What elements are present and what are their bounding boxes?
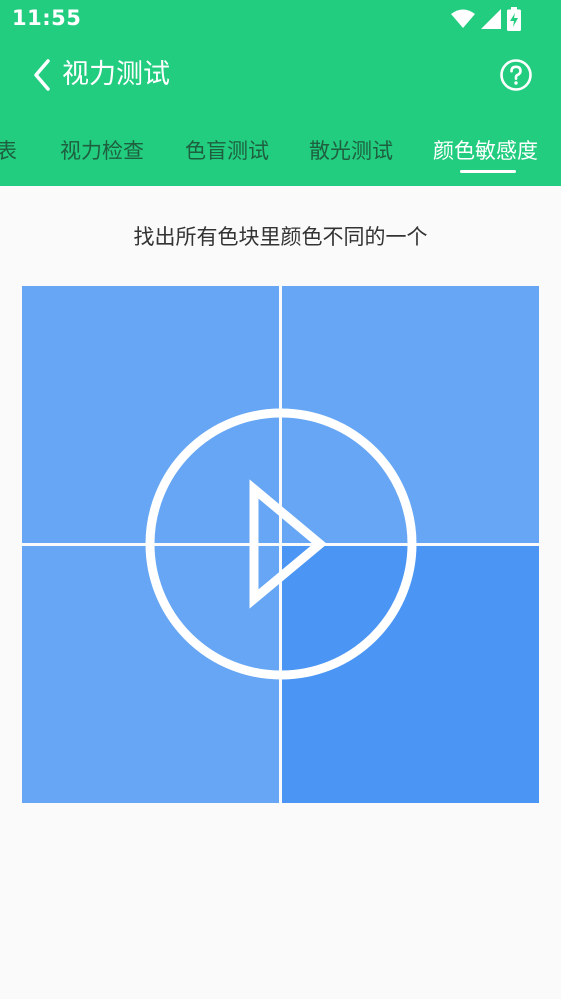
tab-color-blind-test[interactable]: 色盲测试 xyxy=(185,138,269,164)
toolbar: 视力测试 xyxy=(0,38,561,112)
play-icon[interactable] xyxy=(144,407,418,681)
tab-vision-check[interactable]: 视力检查 xyxy=(60,138,144,164)
status-icons xyxy=(451,7,521,31)
instruction-text: 找出所有色块里颜色不同的一个 xyxy=(133,225,428,249)
tab-chart-partial[interactable]: 表 xyxy=(0,138,17,164)
battery-charging-icon xyxy=(507,7,521,31)
status-time: 11:55 xyxy=(12,6,82,30)
app-header: 11:55 视力测试 表 视力检查 色盲测试 散光测试 颜色敏感度 xyxy=(0,0,561,186)
back-arrow-icon[interactable] xyxy=(28,56,58,94)
tab-color-sensitivity[interactable]: 颜色敏感度 xyxy=(433,138,538,164)
tab-astigmatism-test[interactable]: 散光测试 xyxy=(309,138,393,164)
wifi-icon xyxy=(451,9,475,28)
help-icon[interactable] xyxy=(499,58,533,92)
cellular-signal-icon xyxy=(481,9,501,29)
active-tab-indicator xyxy=(460,170,516,173)
status-bar: 11:55 xyxy=(0,0,561,38)
tab-bar: 表 视力检查 色盲测试 散光测试 颜色敏感度 xyxy=(0,112,561,186)
page-title: 视力测试 xyxy=(62,59,170,90)
